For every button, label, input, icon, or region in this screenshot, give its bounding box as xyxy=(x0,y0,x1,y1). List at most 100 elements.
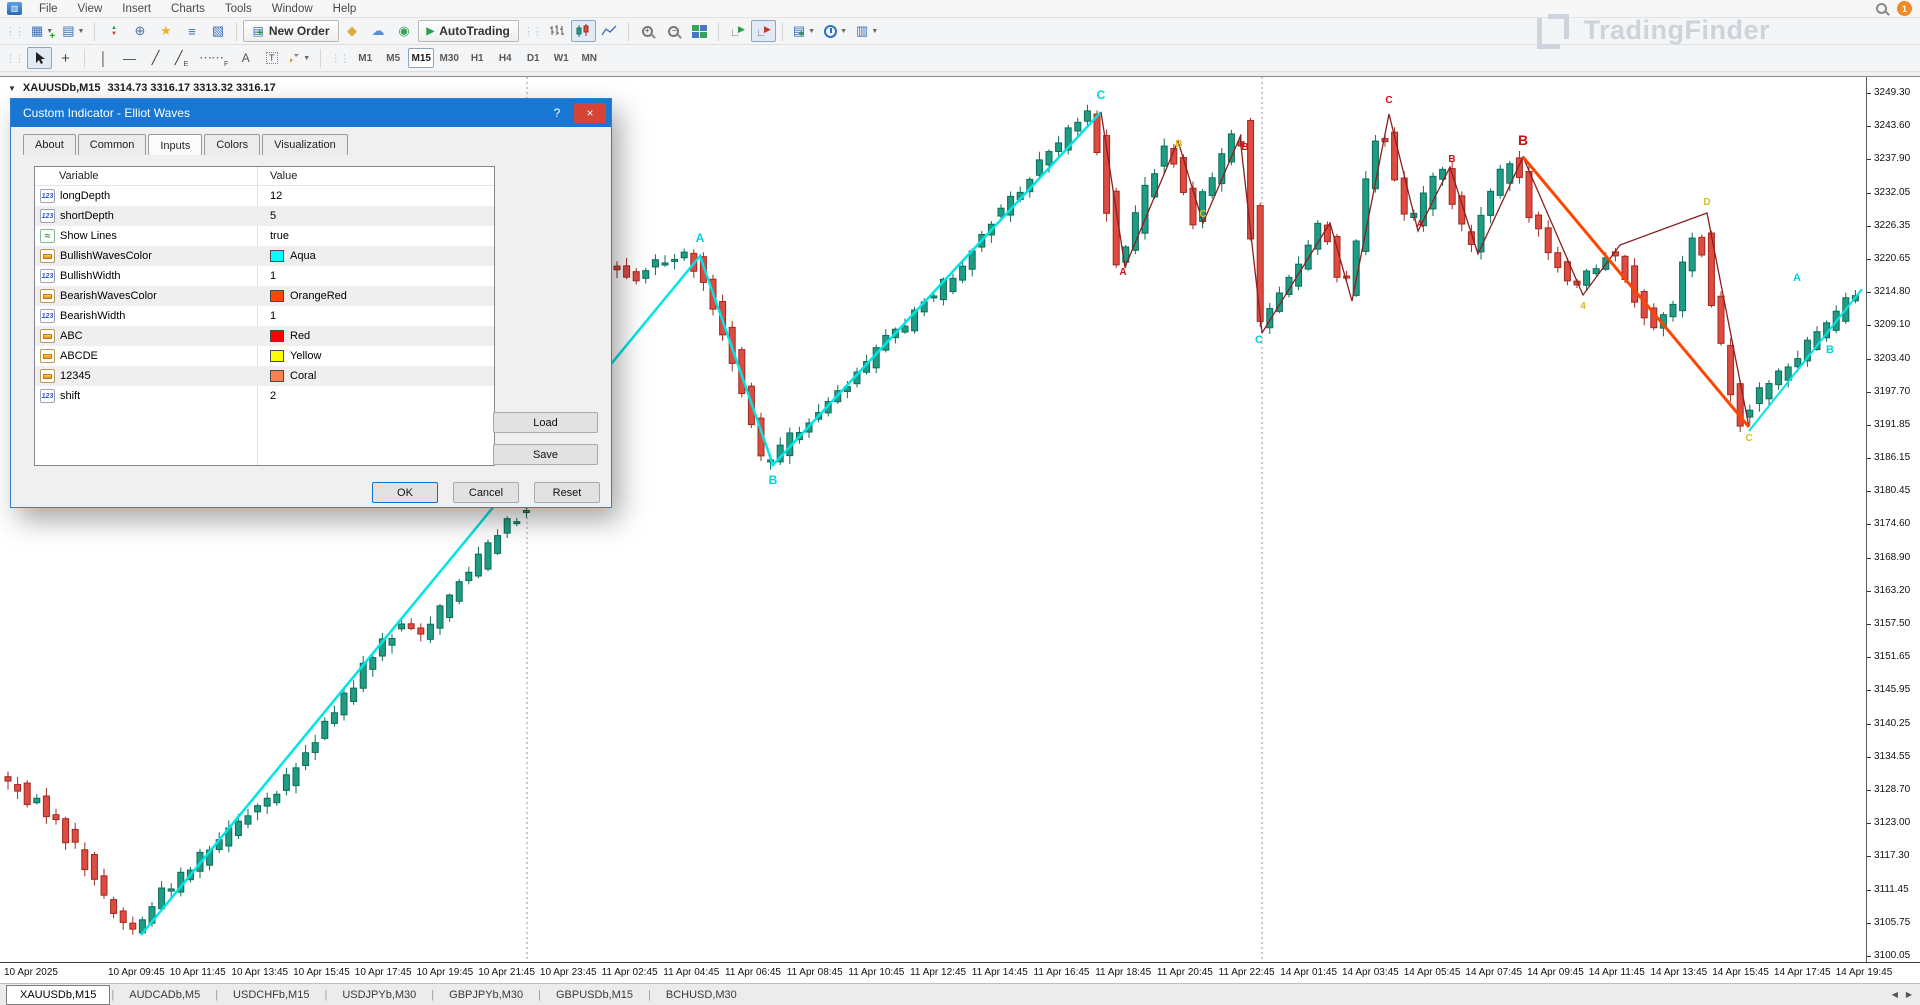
vertical-line-button[interactable]: │ xyxy=(91,47,116,69)
color-icon xyxy=(40,329,55,343)
bearish-impulse-line[interactable] xyxy=(1523,157,1749,427)
price-tick xyxy=(1867,392,1871,393)
text-button[interactable]: A xyxy=(233,47,258,69)
tab-about[interactable]: About xyxy=(23,134,76,155)
price-tick xyxy=(1867,524,1871,525)
param-name: shift xyxy=(60,390,257,402)
param-name: Show Lines xyxy=(60,230,257,242)
param-row[interactable]: BearishWavesColorOrangeRed xyxy=(35,286,494,306)
symbol-tab-gbpusdb[interactable]: GBPUSDb,M15 xyxy=(542,985,647,1005)
tab-inputs[interactable]: Inputs xyxy=(148,134,202,155)
tab-scroll-right-icon[interactable]: ▶ xyxy=(1906,990,1912,999)
param-row[interactable]: 12345Coral xyxy=(35,366,494,386)
timeframe-m30[interactable]: M30 xyxy=(436,48,462,68)
load-button[interactable]: Load xyxy=(493,412,598,433)
zoom-in-button[interactable]: + xyxy=(635,20,660,42)
price-label: 3214.80 xyxy=(1874,286,1910,297)
horizontal-line-button[interactable]: — xyxy=(117,47,142,69)
param-row[interactable]: 123longDepth12 xyxy=(35,186,494,206)
time-axis[interactable]: 10 Apr 202510 Apr 09:4510 Apr 11:4510 Ap… xyxy=(0,962,1920,983)
periods-button[interactable]: ▼ xyxy=(820,20,851,42)
symbol-tab-xauusdb[interactable]: XAUUSDb,M15 xyxy=(6,985,110,1005)
ok-button[interactable]: OK xyxy=(372,482,438,503)
search-icon[interactable] xyxy=(1876,3,1887,14)
dialog-close-icon[interactable]: × xyxy=(574,103,606,123)
indicators-button[interactable]: ▤+▼ xyxy=(789,20,819,42)
menu-file[interactable]: File xyxy=(29,2,68,16)
new-chart-button[interactable]: ▦+▼ xyxy=(27,20,57,42)
cursor-button[interactable] xyxy=(27,47,52,69)
notification-badge[interactable]: 1 xyxy=(1897,1,1912,16)
price-tick xyxy=(1867,757,1871,758)
fibonacci-button[interactable]: ⋯⋯F xyxy=(195,47,232,69)
time-label: 14 Apr 13:45 xyxy=(1651,967,1708,978)
tile-windows-button[interactable] xyxy=(687,20,712,42)
timeframe-m15[interactable]: M15 xyxy=(408,48,434,68)
profiles-button[interactable]: ▤▼ xyxy=(58,20,88,42)
reset-button[interactable]: Reset xyxy=(534,482,600,503)
strategy-tester-button[interactable]: ▧ xyxy=(205,20,230,42)
zoom-out-button[interactable]: − xyxy=(661,20,686,42)
timeframe-m1[interactable]: M1 xyxy=(352,48,378,68)
line-chart-button[interactable] xyxy=(597,20,622,42)
symbol-tab-usdjpyb[interactable]: USDJPYb,M30 xyxy=(328,985,430,1005)
auto-scroll-button[interactable]: ∟▶ xyxy=(725,20,750,42)
text-label-button[interactable]: T xyxy=(259,47,284,69)
timeframe-d1[interactable]: D1 xyxy=(520,48,546,68)
chart-shift-button[interactable]: ∟▶ xyxy=(751,20,776,42)
navigator-button[interactable]: ★ xyxy=(153,20,178,42)
autotrading-button[interactable]: ▶AutoTrading xyxy=(418,20,519,42)
data-window-button[interactable]: ⊕ xyxy=(127,20,152,42)
equidistant-channel-button[interactable]: ╱E xyxy=(169,47,194,69)
market-watch-button[interactable]: ▲▼ xyxy=(101,20,126,42)
dialog-title-bar[interactable]: Custom Indicator - Elliot Waves ? × xyxy=(11,99,611,127)
price-label: 3157.50 xyxy=(1874,618,1910,629)
templates-button[interactable]: ▥▼ xyxy=(852,20,882,42)
param-row[interactable]: 123BearishWidth1 xyxy=(35,306,494,326)
arrows-button[interactable]: ▼ xyxy=(285,47,314,69)
crosshair-button[interactable]: + xyxy=(53,47,78,69)
menu-help[interactable]: Help xyxy=(323,2,367,16)
symbol-tab-usdchfb[interactable]: USDCHFb,M15 xyxy=(219,985,323,1005)
save-button[interactable]: Save xyxy=(493,444,598,465)
bullish-wave-far-right[interactable] xyxy=(1749,289,1862,431)
param-row[interactable]: BullishWavesColorAqua xyxy=(35,246,494,266)
collapse-marker-icon[interactable]: ▼ xyxy=(8,84,16,93)
param-row[interactable]: 123BullishWidth1 xyxy=(35,266,494,286)
symbol-tab-audcadb[interactable]: AUDCADb,M5 xyxy=(115,985,214,1005)
bar-chart-button[interactable] xyxy=(545,20,570,42)
mql5-community-icon[interactable]: ☁ xyxy=(366,20,391,42)
menu-insert[interactable]: Insert xyxy=(112,2,161,16)
terminal-button[interactable]: ≡ xyxy=(179,20,204,42)
symbol-tab-bchusd[interactable]: BCHUSD,M30 xyxy=(652,985,751,1005)
param-row[interactable]: 123shift2 xyxy=(35,386,494,406)
price-axis[interactable]: 3249.303243.603237.903232.053226.353220.… xyxy=(1866,77,1920,963)
toolbar-grip: ⋮⋮ xyxy=(5,52,23,65)
tab-colors[interactable]: Colors xyxy=(204,134,260,155)
timeframe-w1[interactable]: W1 xyxy=(548,48,574,68)
trendline-button[interactable]: ╱ xyxy=(143,47,168,69)
dialog-help-button[interactable]: ? xyxy=(540,99,574,127)
new-order-button[interactable]: ▤+New Order xyxy=(243,20,338,42)
param-row[interactable]: ≈Show Linestrue xyxy=(35,226,494,246)
cancel-button[interactable]: Cancel xyxy=(453,482,519,503)
tab-common[interactable]: Common xyxy=(78,134,147,155)
param-row[interactable]: ABCDEYellow xyxy=(35,346,494,366)
param-row[interactable]: 123shortDepth5 xyxy=(35,206,494,226)
timeframe-mn[interactable]: MN xyxy=(576,48,602,68)
timeframe-h1[interactable]: H1 xyxy=(464,48,490,68)
price-label: 3197.70 xyxy=(1874,386,1910,397)
symbol-tab-gbpjpyb[interactable]: GBPJPYb,M30 xyxy=(435,985,537,1005)
metaeditor-icon[interactable]: ◆ xyxy=(340,20,365,42)
menu-window[interactable]: Window xyxy=(262,2,323,16)
timeframe-h4[interactable]: H4 xyxy=(492,48,518,68)
signals-icon[interactable]: ◉ xyxy=(392,20,417,42)
tab-scroll-left-icon[interactable]: ◀ xyxy=(1892,990,1898,999)
candlestick-chart-button[interactable] xyxy=(571,20,596,42)
param-row[interactable]: ABCRed xyxy=(35,326,494,346)
menu-charts[interactable]: Charts xyxy=(161,2,215,16)
menu-tools[interactable]: Tools xyxy=(215,2,262,16)
timeframe-m5[interactable]: M5 xyxy=(380,48,406,68)
tab-visualization[interactable]: Visualization xyxy=(262,134,348,155)
menu-view[interactable]: View xyxy=(68,2,113,16)
